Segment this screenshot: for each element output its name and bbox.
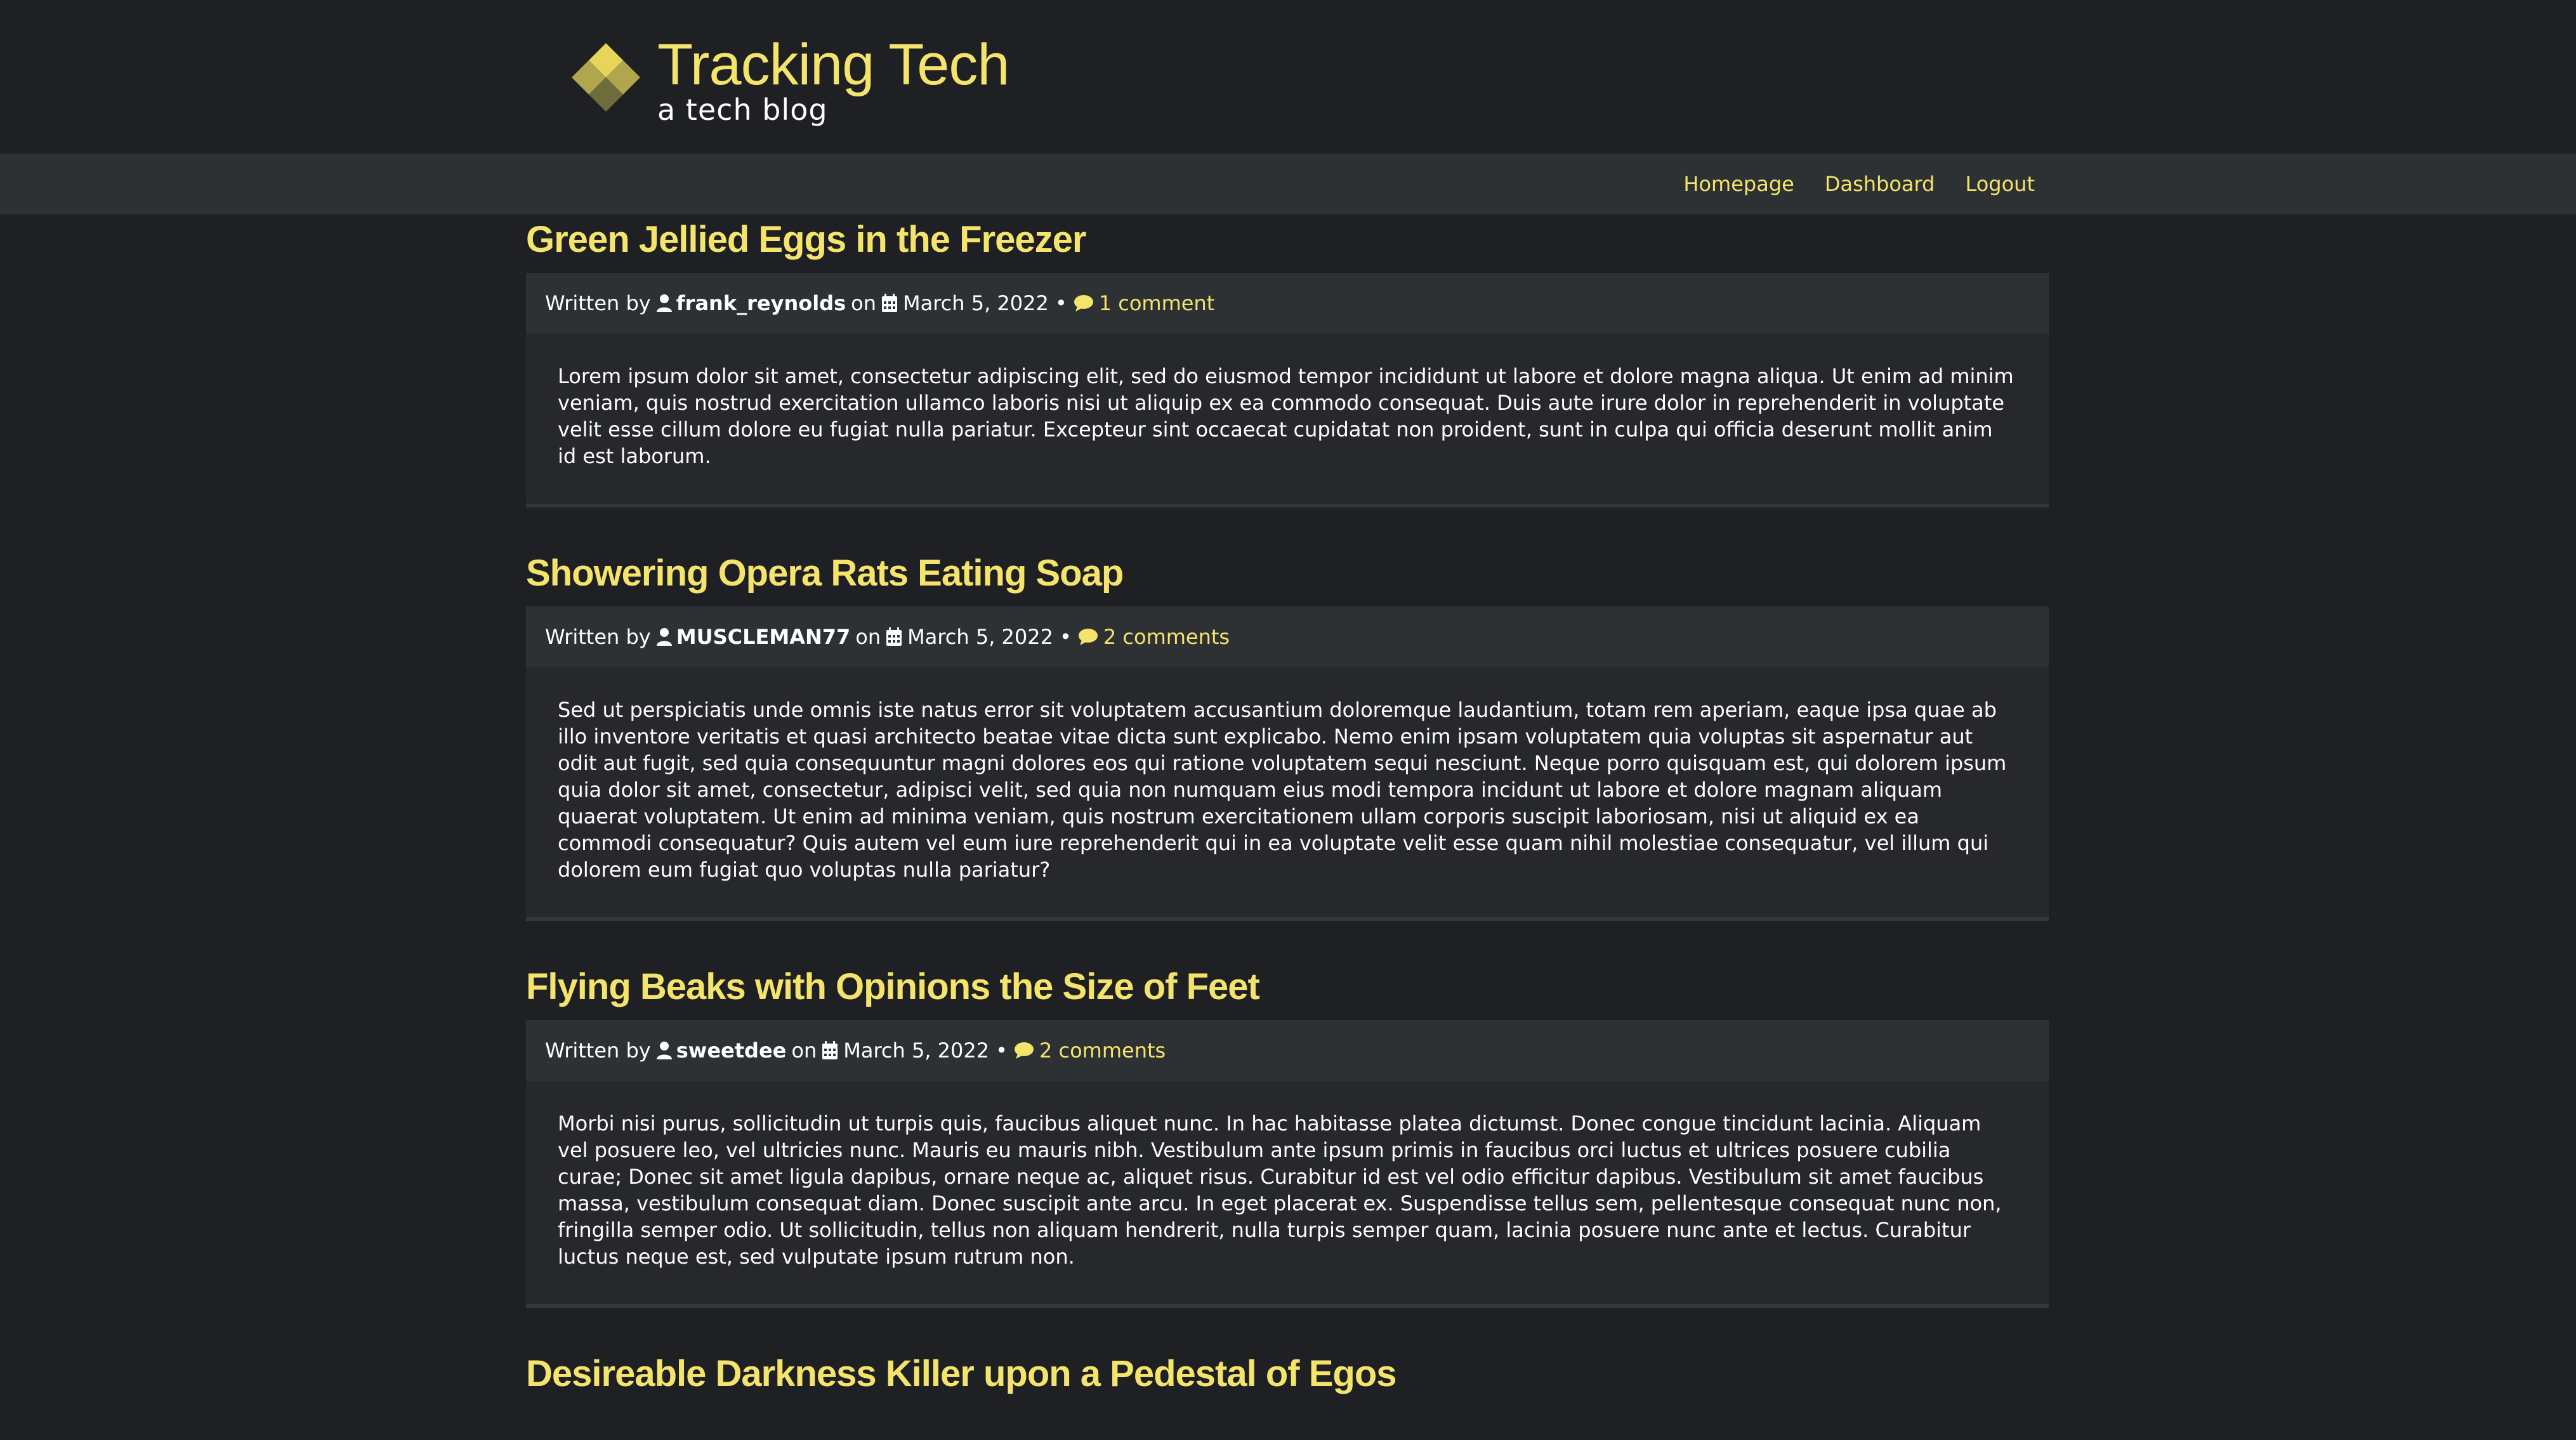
comment-icon xyxy=(1014,1042,1034,1059)
calendar-icon xyxy=(822,1041,838,1059)
post-author: frank_reynolds xyxy=(676,291,846,315)
post-body: Sed ut perspiciatis unde omnis iste natu… xyxy=(526,667,2049,921)
on-label: on xyxy=(851,291,876,315)
post-body: Morbi nisi purus, sollicitudin ut turpis… xyxy=(526,1081,2049,1308)
post-text: Lorem ipsum dolor sit amet, consectetur … xyxy=(558,364,2014,468)
written-by-label: Written by xyxy=(545,625,651,649)
post-date: March 5, 2022 xyxy=(843,1038,990,1063)
post-text: Morbi nisi purus, sollicitudin ut turpis… xyxy=(558,1111,2002,1269)
on-label: on xyxy=(855,625,881,649)
post-title[interactable]: Flying Beaks with Opinions the Size of F… xyxy=(526,962,2049,1012)
site-title[interactable]: Tracking Tech xyxy=(657,33,1010,96)
comment-icon xyxy=(1078,629,1098,645)
post-date: March 5, 2022 xyxy=(907,625,1053,649)
comments-link[interactable]: 2 comments xyxy=(1078,625,1230,649)
post-author: sweetdee xyxy=(676,1038,787,1063)
user-icon xyxy=(656,628,672,646)
post-author: MUSCLEMAN77 xyxy=(676,625,851,649)
comments-count: 2 comments xyxy=(1103,625,1230,649)
nav-logout-link[interactable]: Logout xyxy=(1965,172,2035,196)
bullet-separator: • xyxy=(1059,625,1072,649)
post-card: Desireable Darkness Killer upon a Pedest… xyxy=(526,1349,2049,1399)
written-by-label: Written by xyxy=(545,1038,651,1063)
calendar-icon xyxy=(886,627,902,646)
user-icon xyxy=(656,294,672,312)
post-card: Green Jellied Eggs in the Freezer Writte… xyxy=(526,214,2049,507)
post-list: Green Jellied Eggs in the Freezer Writte… xyxy=(526,214,2049,1440)
nav-links: Homepage Dashboard Logout xyxy=(1683,154,2035,214)
post-title[interactable]: Green Jellied Eggs in the Freezer xyxy=(526,214,2049,265)
navbar: Homepage Dashboard Logout xyxy=(0,154,2576,214)
comments-link[interactable]: 1 comment xyxy=(1074,291,1215,315)
post-meta: Written by MUSCLEMAN77 on March 5, 2022 … xyxy=(526,606,2049,667)
comments-count: 1 comment xyxy=(1098,291,1215,315)
comments-count: 2 comments xyxy=(1039,1038,1166,1063)
user-icon xyxy=(656,1042,672,1059)
site-subtitle: a tech blog xyxy=(657,93,828,127)
post-title[interactable]: Desireable Darkness Killer upon a Pedest… xyxy=(526,1349,2049,1399)
post-card: Showering Opera Rats Eating Soap Written… xyxy=(526,548,2049,921)
written-by-label: Written by xyxy=(545,291,651,315)
bullet-separator: • xyxy=(996,1038,1008,1063)
post-body: Lorem ipsum dolor sit amet, consectetur … xyxy=(526,334,2049,507)
comments-link[interactable]: 2 comments xyxy=(1014,1038,1166,1063)
post-text: Sed ut perspiciatis unde omnis iste natu… xyxy=(558,698,2007,882)
bullet-separator: • xyxy=(1055,291,1067,315)
post-date: March 5, 2022 xyxy=(902,291,1049,315)
comment-icon xyxy=(1074,295,1093,311)
post-meta: Written by sweetdee on March 5, 2022 • 2… xyxy=(526,1020,2049,1081)
nav-homepage-link[interactable]: Homepage xyxy=(1683,172,1794,196)
on-label: on xyxy=(791,1038,817,1063)
post-card: Flying Beaks with Opinions the Size of F… xyxy=(526,962,2049,1308)
nav-dashboard-link[interactable]: Dashboard xyxy=(1825,172,1935,196)
post-title[interactable]: Showering Opera Rats Eating Soap xyxy=(526,548,2049,599)
post-meta: Written by frank_reynolds on March 5, 20… xyxy=(526,273,2049,334)
calendar-icon xyxy=(881,294,897,312)
site-header: Tracking Tech a tech blog xyxy=(0,0,2576,154)
logo-icon[interactable] xyxy=(571,38,641,121)
